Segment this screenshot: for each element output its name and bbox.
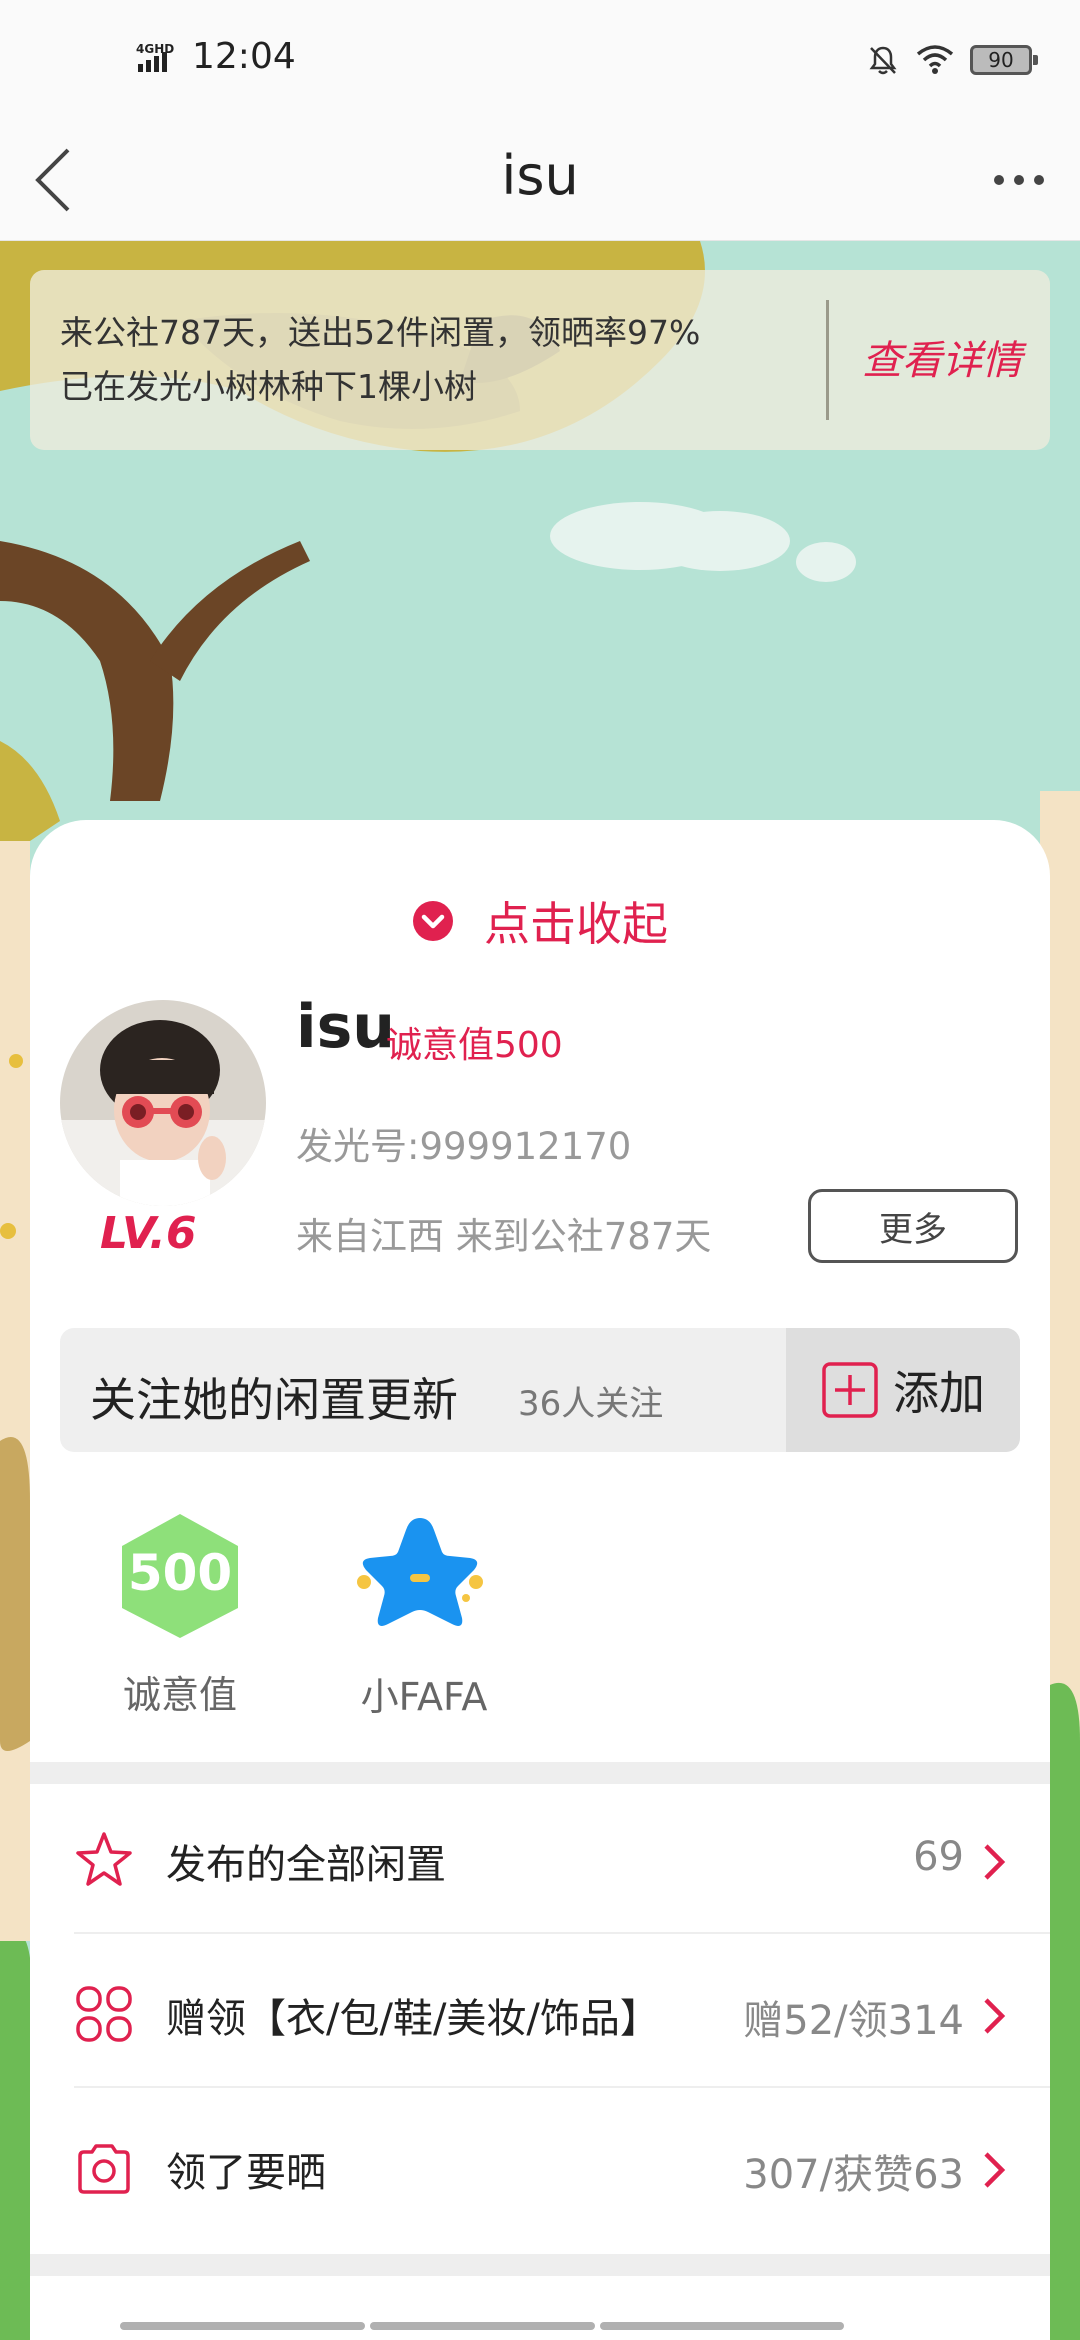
star-icon bbox=[76, 1832, 132, 1886]
user-level: LV.6 bbox=[100, 1208, 197, 1259]
section-divider bbox=[30, 1762, 1050, 1784]
tab-indicator-segment bbox=[120, 2322, 365, 2330]
tab-indicator-segment bbox=[370, 2322, 595, 2330]
battery-icon: 90 bbox=[970, 45, 1038, 75]
tab-indicator-segment bbox=[600, 2322, 844, 2330]
banner-line-2: 已在发光小树林种下1棵小树 bbox=[60, 367, 477, 406]
follower-count: 36人关注 bbox=[518, 1384, 664, 1424]
list-item-value: 69 bbox=[913, 1834, 964, 1880]
list-item-published[interactable]: 发布的全部闲置 69 bbox=[30, 1784, 1050, 1934]
list-item-value: 赠52/领314 bbox=[743, 1998, 964, 2044]
grid-icon bbox=[76, 1986, 132, 2042]
list-item-value: 307/获赞63 bbox=[743, 2152, 964, 2198]
tab-indicator-bar bbox=[120, 2322, 980, 2330]
wifi-icon bbox=[916, 45, 954, 74]
list-item-giveaway[interactable]: 赠领【衣/包/鞋/美妆/饰品】 赠52/领314 bbox=[30, 1938, 1050, 2088]
banner-divider bbox=[826, 300, 829, 420]
section-divider bbox=[30, 2254, 1050, 2276]
status-bar: 4GHD 12:04 90 bbox=[0, 0, 1080, 120]
user-id: 发光号:999912170 bbox=[296, 1125, 632, 1168]
chevron-down-circle-icon bbox=[413, 901, 453, 941]
username: isu bbox=[296, 992, 395, 1062]
list-item-label: 领了要晒 bbox=[166, 2150, 326, 2196]
fafa-badge-label: 小FAFA bbox=[360, 1675, 488, 1719]
chevron-right-icon bbox=[984, 2152, 1006, 2188]
add-follow-button[interactable]: 添加 bbox=[786, 1328, 1020, 1452]
profile-card: 点击收起 LV.6 isu 诚意值500 发光号:999912170 来自江西 … bbox=[30, 820, 1050, 2340]
sincerity-score: 诚意值500 bbox=[386, 1025, 563, 1066]
more-dots-icon[interactable] bbox=[992, 160, 1046, 200]
follow-updates-bar: 关注她的闲置更新 36人关注 添加 bbox=[60, 1328, 1020, 1452]
list-item-showoff[interactable]: 领了要晒 307/获赞63 bbox=[30, 2092, 1050, 2242]
chevron-right-icon bbox=[984, 1998, 1006, 2034]
user-origin: 来自江西 来到公社787天 bbox=[296, 1215, 712, 1258]
sincerity-badge-value: 500 bbox=[128, 1544, 232, 1602]
fafa-star-icon[interactable] bbox=[350, 1512, 490, 1640]
avatar-image bbox=[60, 1000, 266, 1206]
stats-banner: 来公社787天，送出52件闲置，领晒率97% 已在发光小树林种下1棵小树 查看详… bbox=[30, 270, 1050, 450]
plus-square-icon bbox=[822, 1362, 878, 1418]
page-title: isu bbox=[501, 144, 579, 207]
camera-icon bbox=[78, 2144, 130, 2194]
collapse-label: 点击收起 bbox=[484, 897, 668, 951]
signal-icon: 4GHD bbox=[136, 42, 174, 72]
status-right-group: 90 bbox=[866, 40, 1038, 80]
list-item-label: 赠领【衣/包/鞋/美妆/饰品】 bbox=[166, 1996, 660, 2042]
list-item-label: 发布的全部闲置 bbox=[166, 1842, 446, 1888]
network-label: 4GHD bbox=[136, 42, 174, 56]
more-button[interactable]: 更多 bbox=[808, 1189, 1018, 1263]
banner-line-1: 来公社787天，送出52件闲置，领晒率97% bbox=[60, 313, 701, 352]
row-divider bbox=[74, 1932, 1050, 1934]
sincerity-badge-icon[interactable]: 500 bbox=[118, 1512, 242, 1640]
status-time: 12:04 bbox=[192, 36, 296, 77]
chevron-right-icon bbox=[984, 1844, 1006, 1880]
follow-label: 关注她的闲置更新 bbox=[90, 1373, 458, 1427]
mute-bell-icon bbox=[869, 46, 897, 75]
avatar[interactable] bbox=[60, 1000, 266, 1206]
nav-bar: isu bbox=[0, 120, 1080, 241]
sincerity-badge-label: 诚意值 bbox=[122, 1673, 237, 1717]
row-divider bbox=[74, 2086, 1050, 2088]
view-details-link[interactable]: 查看详情 bbox=[842, 328, 1042, 386]
add-label: 添加 bbox=[893, 1366, 985, 1420]
collapse-toggle[interactable]: 点击收起 bbox=[30, 886, 1050, 956]
